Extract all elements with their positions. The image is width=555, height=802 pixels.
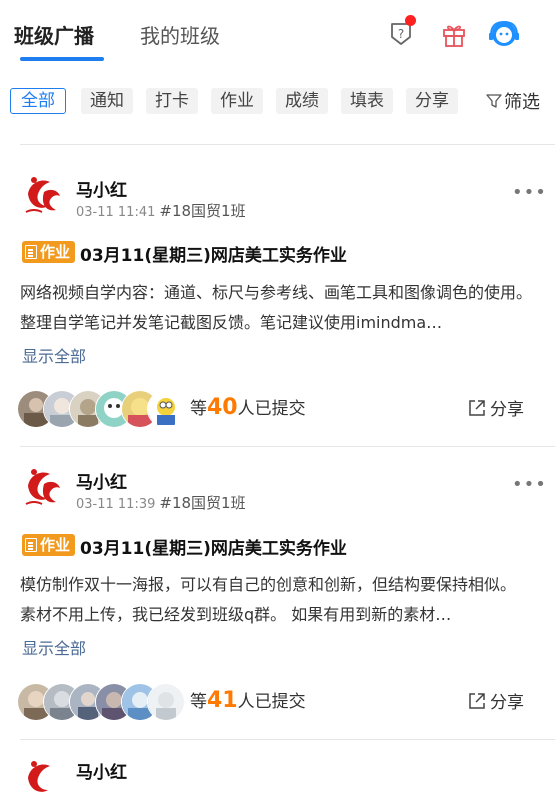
post-time: 03-11 11:39	[76, 497, 156, 512]
author-name: 马小红	[76, 763, 127, 783]
post-title[interactable]: 03月11(星期三)网店美工实务作业	[80, 534, 347, 559]
post-class: #18国贸1班	[159, 202, 246, 220]
filter-chip-grades[interactable]: 成绩	[276, 88, 328, 114]
author-name: 马小红	[76, 473, 127, 493]
divider	[20, 446, 555, 447]
share-button[interactable]: 分享	[467, 395, 524, 420]
post-meta: 03-11 11:39 #18国贸1班	[76, 492, 246, 513]
more-dots-icon[interactable]: •••	[512, 474, 547, 495]
submitted-number: 40	[207, 395, 238, 420]
submitted-count[interactable]: 等41人已提交	[190, 687, 306, 713]
filter-chip-form[interactable]: 填表	[341, 88, 393, 114]
author-avatar[interactable]	[20, 464, 66, 510]
divider	[20, 739, 555, 740]
active-tab-indicator	[20, 57, 104, 61]
submitted-suffix: 人已提交	[237, 692, 306, 712]
filter-chip-all[interactable]: 全部	[10, 88, 66, 114]
show-all-link[interactable]: 显示全部	[22, 343, 86, 367]
filter-chip-checkin[interactable]: 打卡	[146, 88, 198, 114]
document-icon	[25, 245, 37, 259]
author-avatar[interactable]	[20, 756, 66, 802]
share-label: 分享	[490, 693, 524, 713]
submitted-suffix: 人已提交	[237, 399, 306, 419]
customer-service-icon[interactable]	[488, 18, 520, 50]
post-time: 03-11 11:41	[76, 205, 156, 220]
post-meta: 03-11 11:41 #18国贸1班	[76, 200, 246, 221]
share-button[interactable]: 分享	[467, 688, 524, 713]
filter-chip-share[interactable]: 分享	[406, 88, 458, 114]
homework-badge: 作业	[22, 534, 76, 556]
notification-dot	[405, 15, 416, 26]
badge-label: 作业	[40, 536, 71, 554]
filter-chip-notice[interactable]: 通知	[81, 88, 133, 114]
badge-label: 作业	[40, 243, 71, 261]
divider	[20, 144, 555, 145]
show-all-link[interactable]: 显示全部	[22, 635, 86, 659]
author-name: 马小红	[76, 181, 127, 201]
filter-chip-homework[interactable]: 作业	[211, 88, 263, 114]
filter-button[interactable]: 筛选	[486, 88, 540, 114]
homework-badge: 作业	[22, 241, 76, 263]
top-bar: 班级广播 我的班级 ?	[0, 0, 555, 62]
submitted-count[interactable]: 等40人已提交	[190, 394, 306, 420]
submitted-prefix: 等	[190, 692, 207, 712]
submitter-avatar	[147, 390, 185, 428]
post-body[interactable]: 模仿制作双十一海报，可以有自己的创意和创新，但结构要保持相似。 素材不用上传，我…	[20, 570, 535, 630]
submitted-number: 41	[207, 688, 238, 713]
post-class: #18国贸1班	[159, 494, 246, 512]
submitter-avatar	[147, 683, 185, 721]
post-title[interactable]: 03月11(星期三)网店美工实务作业	[80, 241, 347, 266]
svg-text:?: ?	[398, 27, 404, 41]
author-avatar[interactable]	[20, 172, 66, 218]
share-label: 分享	[490, 400, 524, 420]
post-body[interactable]: 网络视频自学内容：通道、标尺与参考线、画笔工具和图像调色的使用。整理自学笔记并发…	[20, 278, 535, 338]
gift-icon[interactable]	[441, 20, 467, 48]
filter-funnel-icon	[486, 94, 502, 108]
document-icon	[25, 538, 37, 552]
more-dots-icon[interactable]: •••	[512, 182, 547, 203]
filter-label: 筛选	[504, 92, 540, 113]
submitted-prefix: 等	[190, 399, 207, 419]
share-icon	[469, 399, 485, 416]
share-icon	[469, 692, 485, 709]
tab-my-class[interactable]: 我的班级	[140, 20, 220, 49]
tab-class-broadcast[interactable]: 班级广播	[14, 20, 94, 49]
